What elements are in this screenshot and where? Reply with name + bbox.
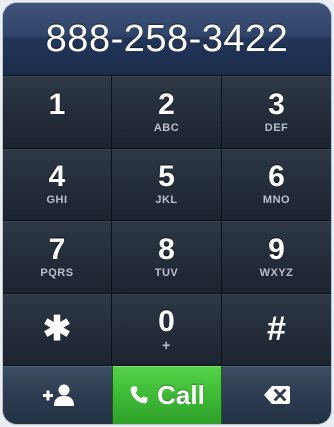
- key-letters: GHI: [46, 194, 68, 207]
- key-letters: WXYZ: [259, 266, 294, 279]
- key-digit: 9: [268, 232, 285, 266]
- key-digit: 6: [268, 160, 285, 194]
- add-contact-icon: [41, 383, 75, 407]
- key-digit: 8: [158, 232, 175, 266]
- key-letters: PQRS: [40, 266, 74, 279]
- key-9[interactable]: 9 WXYZ: [222, 221, 331, 294]
- key-digit: 4: [48, 160, 66, 194]
- key-digit: 3: [268, 87, 285, 121]
- call-label: Call: [157, 379, 205, 410]
- number-display: 888-258-3422: [3, 3, 331, 76]
- key-letters: +: [162, 337, 171, 354]
- key-letters: TUV: [154, 266, 179, 279]
- delete-button[interactable]: [222, 366, 331, 424]
- key-digit: 2: [158, 87, 175, 121]
- key-2[interactable]: 2 ABC: [112, 76, 222, 149]
- key-letters: ABC: [153, 121, 180, 134]
- key-4[interactable]: 4 GHI: [3, 148, 112, 221]
- key-hash[interactable]: #: [222, 293, 331, 366]
- key-letters: MNO: [262, 194, 291, 207]
- keypad: 1 2 ABC 3 DEF 4 GHI 5 JKL 6 MNO 7 PQRS 8: [3, 76, 331, 366]
- key-star[interactable]: ✱: [3, 293, 112, 366]
- add-contact-button[interactable]: [3, 366, 112, 424]
- key-letters: DEF: [264, 121, 289, 134]
- key-5[interactable]: 5 JKL: [112, 148, 222, 221]
- hash-icon: #: [267, 310, 286, 349]
- key-digit: 7: [48, 232, 66, 266]
- phone-dialer: 888-258-3422 1 2 ABC 3 DEF 4 GHI 5 JKL 6…: [3, 3, 331, 424]
- key-1[interactable]: 1: [3, 76, 112, 149]
- backspace-icon: [263, 385, 291, 405]
- dialed-number: 888-258-3422: [45, 17, 289, 60]
- key-digit: 5: [158, 160, 175, 194]
- key-letters: JKL: [155, 194, 178, 207]
- key-digit: 0: [158, 305, 175, 339]
- action-bar: Call: [3, 366, 331, 424]
- key-8[interactable]: 8 TUV: [112, 221, 222, 294]
- key-0[interactable]: 0 +: [112, 293, 222, 366]
- key-digit: 1: [48, 87, 66, 121]
- key-7[interactable]: 7 PQRS: [3, 221, 112, 294]
- call-button[interactable]: Call: [112, 366, 222, 424]
- phone-icon: [129, 385, 149, 405]
- star-icon: ✱: [42, 310, 72, 349]
- key-3[interactable]: 3 DEF: [222, 76, 331, 149]
- key-6[interactable]: 6 MNO: [222, 148, 331, 221]
